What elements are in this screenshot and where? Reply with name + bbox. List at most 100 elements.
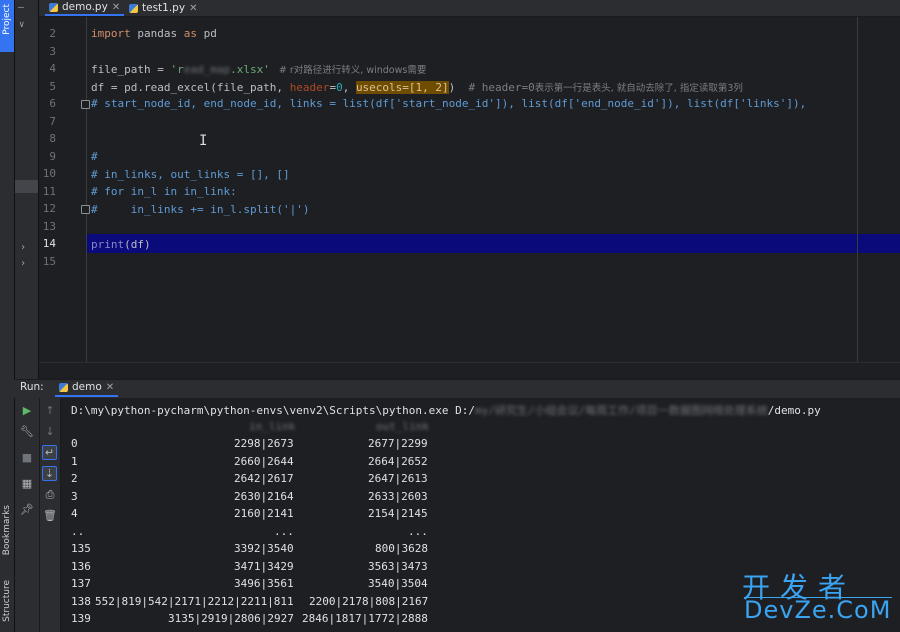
row-out-link: 3563|3473 — [368, 559, 428, 573]
editor-tabs-bar: demo.py ✕ test1.py ✕ — [39, 0, 900, 17]
current-line-highlight — [39, 234, 900, 253]
chevron-right-icon[interactable]: › — [20, 242, 26, 253]
line-number: 2 — [49, 27, 56, 40]
console-row: 1 2660|2644 2664|2652 — [71, 454, 428, 468]
console-row: 0 2298|2673 2677|2299 — [71, 437, 428, 450]
row-index: 2 — [71, 472, 78, 485]
row-index: 137 — [71, 577, 91, 590]
row-out-link: 2633|2603 — [368, 489, 428, 503]
row-index: 139 — [71, 612, 91, 625]
soft-wrap-icon[interactable]: ↵ — [42, 445, 57, 460]
python-file-icon — [49, 2, 58, 12]
code-line-2: import pandas as pd — [91, 27, 217, 40]
chevron-right-icon[interactable]: › — [20, 258, 26, 269]
line-number: 5 — [49, 80, 56, 93]
minimize-icon[interactable]: — — [18, 2, 24, 13]
line-number-gutter: 2 3 4 5 6 7 8 9 10 11 12 13 14 15 — [39, 17, 87, 362]
blurred-path: my/研究生/小组会议/每周工作/项目一数据图网络处理系统 — [474, 404, 768, 417]
close-icon[interactable]: ✕ — [106, 382, 114, 393]
line-number: 15 — [42, 255, 56, 268]
row-index: 0 — [71, 437, 78, 450]
line-number: 13 — [42, 220, 56, 233]
code-line-9: # — [91, 150, 98, 163]
scroll-to-end-icon[interactable]: ⇣ — [42, 466, 57, 481]
console-row: 137 3496|3561 3540|3504 — [71, 577, 428, 590]
print-icon[interactable]: ⎙ — [43, 488, 57, 502]
row-in-link: 3496|3561 — [234, 577, 294, 590]
row-in-link: 3471|3429 — [234, 559, 294, 573]
wrench-icon[interactable]: 🔧︎ — [20, 424, 34, 438]
row-out-link: 800|3628 — [375, 542, 428, 555]
console-command-line: D:\my\python-pycharm\python-envs\venv2\S… — [71, 404, 821, 417]
bookmarks-tool-tab[interactable]: Bookmarks — [0, 505, 14, 565]
row-index: 1 — [71, 454, 78, 468]
row-in-link: 2298|2673 — [234, 437, 294, 450]
run-icon[interactable]: ▶ — [20, 403, 34, 417]
row-in-link: 2642|2617 — [234, 472, 294, 485]
code-line-11: # for in_l in in_link: — [91, 185, 237, 198]
row-in-link: 2630|2164 — [234, 489, 294, 503]
code-line-12: # in_links += in_l.split('|') — [91, 203, 310, 216]
editor-horizontal-scrollbar[interactable] — [39, 362, 900, 377]
code-line-6: # start_node_id, end_node_id, links = li… — [91, 97, 807, 110]
text-cursor-icon: I — [199, 133, 208, 149]
fold-marker-icon[interactable] — [81, 100, 90, 109]
row-index: 138 — [71, 594, 91, 608]
tab-label: test1.py — [142, 2, 186, 14]
row-in-link: 2660|2644 — [234, 454, 294, 468]
fold-marker-icon[interactable] — [81, 205, 90, 214]
line-number: 6 — [49, 97, 56, 110]
console-row: 2 2642|2617 2647|2613 — [71, 472, 428, 485]
code-line-10: # in_links, out_links = [], [] — [91, 168, 290, 181]
stop-icon[interactable]: ■ — [20, 450, 34, 464]
row-in-link: ... — [274, 524, 294, 538]
bookmarks-tab-label: Bookmarks — [2, 505, 12, 556]
row-index: 4 — [71, 507, 78, 520]
structure-tool-tab[interactable]: Structure — [0, 580, 14, 632]
run-label: Run: — [20, 381, 44, 393]
row-in-link: 552|819|542|2171|2212|2211|811 — [95, 594, 294, 608]
console-row: 3 2630|2164 2633|2603 — [71, 490, 428, 503]
pin-icon[interactable]: 📌︎ — [20, 502, 34, 516]
run-tab-label: demo — [72, 381, 102, 393]
line-number: 8 — [49, 132, 56, 145]
run-tab-demo[interactable]: demo ✕ — [55, 379, 119, 397]
chevron-down-icon[interactable]: ∨ — [19, 20, 24, 30]
close-icon[interactable]: ✕ — [189, 3, 197, 14]
arrow-up-icon[interactable]: ↑ — [43, 403, 57, 417]
line-number: 12 — [42, 202, 56, 215]
code-line-5: df = pd.read_excel(file_path, header=0, … — [91, 81, 743, 94]
usecols-highlight: usecols=[1, 2] — [355, 81, 449, 94]
code-line-14: print(df) — [91, 238, 151, 251]
line-number: 11 — [42, 185, 56, 198]
trash-icon[interactable]: 🗑︎ — [43, 508, 57, 522]
close-icon[interactable]: ✕ — [112, 2, 120, 13]
row-in-link: 3392|3540 — [234, 542, 294, 555]
run-toolbar-secondary: ↑ ↓ ↵ ⇣ ⎙ 🗑︎ — [40, 398, 61, 632]
console-row: 139 3135|2919|2806|2927 2846|1817|1772|288… — [71, 612, 428, 625]
row-out-link: 2154|2145 — [368, 507, 428, 520]
run-panel-header — [14, 379, 900, 398]
arrow-down-icon[interactable]: ↓ — [43, 424, 57, 438]
line-number-current: 14 — [42, 237, 56, 250]
row-out-link: ... — [408, 524, 428, 538]
tree-selected-row[interactable] — [15, 180, 38, 193]
console-row: 138 552|819|542|2171|2212|2211|811 2200|21… — [71, 594, 428, 608]
line-number: 4 — [49, 62, 56, 75]
project-tab-label: Project — [2, 4, 12, 35]
tab-test1-py[interactable]: test1.py ✕ — [125, 0, 201, 16]
python-file-icon — [129, 3, 138, 13]
row-in-link: 3135|2919|2806|2927 — [168, 612, 294, 625]
code-line-4: file_path = 'read_map.xlsx' # r对路径进行转义, … — [91, 63, 427, 76]
project-tree-panel: — ∨ › › — [15, 0, 39, 380]
tab-label: demo.py — [62, 1, 108, 13]
row-out-link: 3540|3504 — [368, 577, 428, 590]
row-out-link: 2846|1817|1772|2888 — [302, 612, 428, 625]
console-row: 135 3392|3540 800|3628 — [71, 542, 428, 555]
row-index: 136 — [71, 559, 91, 573]
layout-icon[interactable]: ▦ — [20, 476, 34, 490]
console-row: ........ — [71, 525, 428, 538]
project-tool-tab[interactable]: Project — [0, 0, 14, 52]
tab-demo-py[interactable]: demo.py ✕ — [45, 0, 125, 16]
line-number: 7 — [49, 115, 56, 128]
